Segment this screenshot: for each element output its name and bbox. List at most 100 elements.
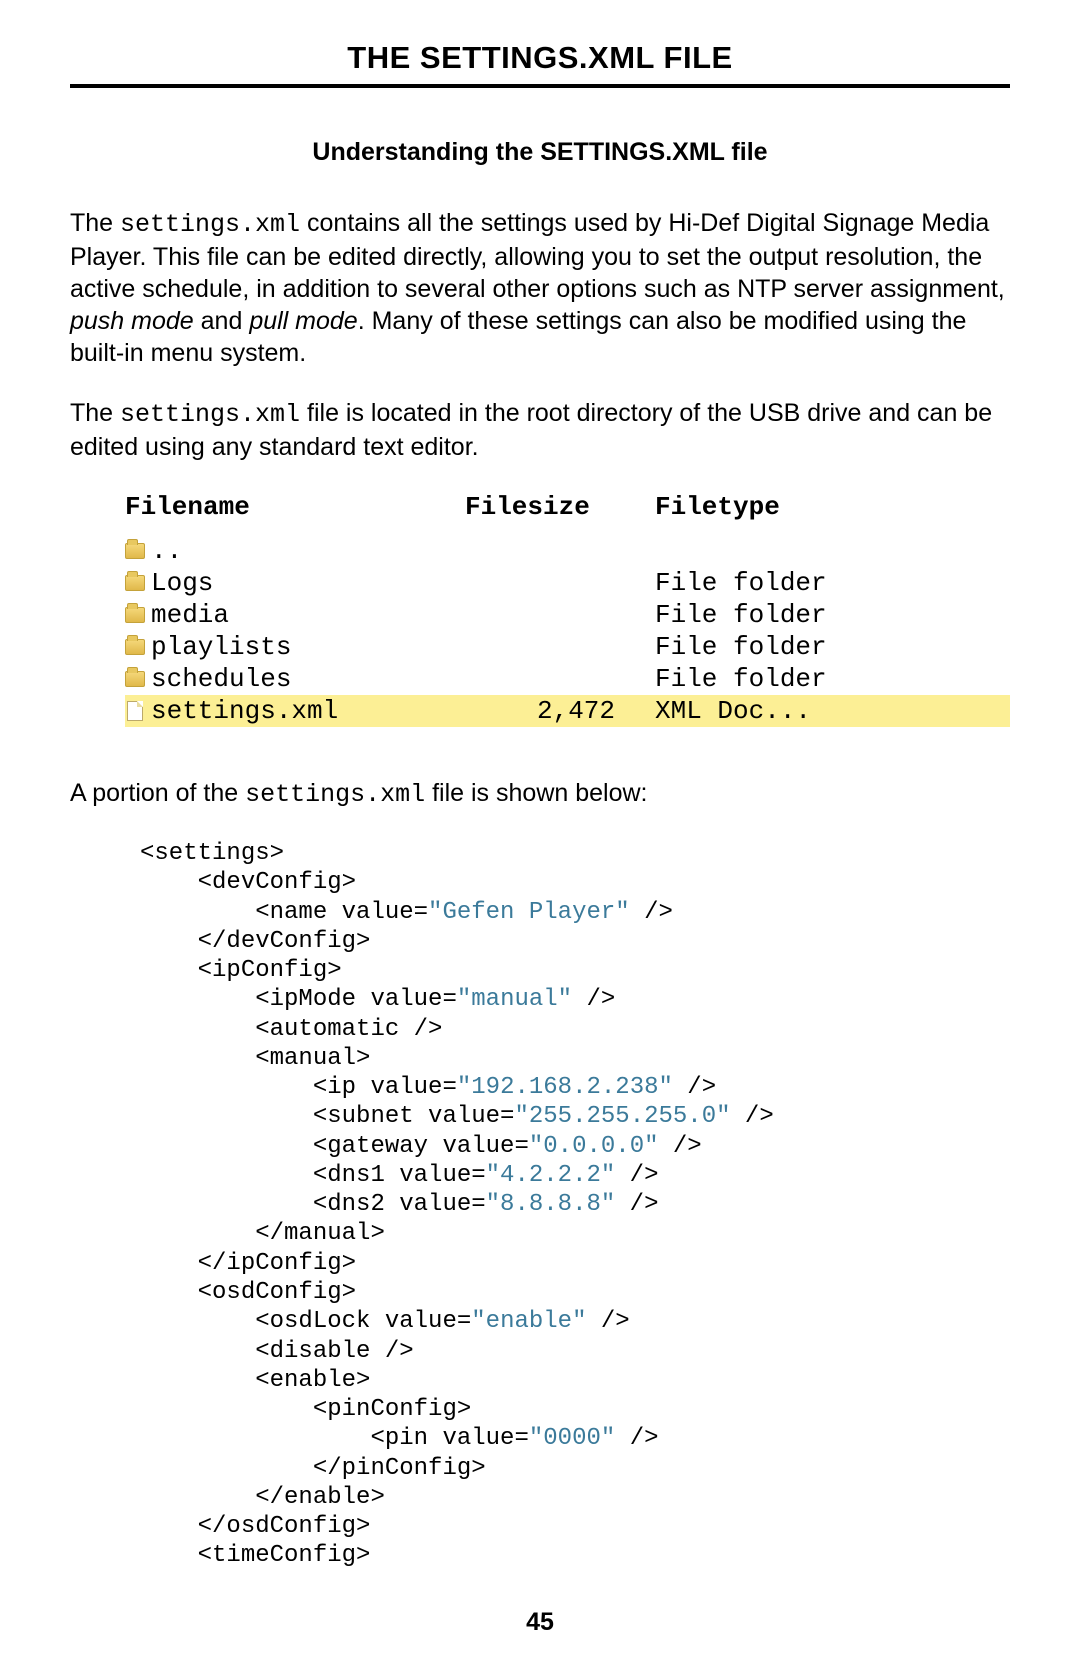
file-listing-header: Filename Filesize Filetype <box>125 491 1010 523</box>
xml-tag: <pin value= <box>370 1425 528 1452</box>
xml-suffix: /> <box>731 1103 774 1130</box>
xml-suffix: /> <box>572 986 615 1013</box>
xml-line: <ipConfig> <box>140 956 1010 985</box>
xml-line: <timeConfig> <box>140 1541 1010 1570</box>
section-title: Understanding the SETTINGS.XML file <box>70 138 1010 167</box>
xml-tag: <ipMode value= <box>255 986 457 1013</box>
xml-line: </manual> <box>140 1219 1010 1248</box>
xml-tag: <dns2 value= <box>313 1191 486 1218</box>
xml-attr-value: "enable" <box>471 1308 586 1335</box>
xml-attr-value: "4.2.2.2" <box>486 1162 616 1189</box>
xml-line: <gateway value="0.0.0.0" /> <box>140 1132 1010 1161</box>
xml-line: <pin value="0000" /> <box>140 1424 1010 1453</box>
xml-tag: <enable> <box>255 1367 370 1394</box>
xml-line: </ipConfig> <box>140 1249 1010 1278</box>
xml-tag: <osdConfig> <box>198 1279 356 1306</box>
code-settings-xml: settings.xml <box>245 780 425 809</box>
file-row: .. <box>125 535 1010 567</box>
file-name-cell: schedules <box>125 663 465 696</box>
xml-tag: <manual> <box>255 1045 370 1072</box>
folder-icon <box>125 607 145 623</box>
xml-tag: <subnet value= <box>313 1103 515 1130</box>
page-number: 45 <box>0 1608 1080 1637</box>
file-name: settings.xml <box>151 695 338 728</box>
file-name: .. <box>151 535 182 568</box>
xml-line: <osdLock value="enable" /> <box>140 1307 1010 1336</box>
text: The <box>70 209 120 237</box>
col-header-filesize: Filesize <box>465 491 655 524</box>
xml-attr-value: "192.168.2.238" <box>457 1074 673 1101</box>
xml-line: <devConfig> <box>140 868 1010 897</box>
xml-line: </enable> <box>140 1483 1010 1512</box>
xml-tag: <timeConfig> <box>198 1542 371 1569</box>
file-row: Logs File folder <box>125 567 1010 599</box>
xml-line: <osdConfig> <box>140 1278 1010 1307</box>
italic-pull-mode: pull mode <box>249 307 357 335</box>
xml-line: <dns1 value="4.2.2.2" /> <box>140 1161 1010 1190</box>
file-type-cell: File folder <box>655 599 1010 632</box>
text: and <box>194 307 250 335</box>
xml-suffix: /> <box>673 1074 716 1101</box>
file-type-cell: File folder <box>655 567 1010 600</box>
xml-line: <dns2 value="8.8.8.8" /> <box>140 1190 1010 1219</box>
italic-push-mode: push mode <box>70 307 194 335</box>
xml-tag: </ipConfig> <box>198 1250 356 1277</box>
file-type-cell: XML Doc... <box>655 695 1010 728</box>
folder-icon <box>125 671 145 687</box>
xml-suffix: /> <box>615 1425 658 1452</box>
file-name-cell: playlists <box>125 631 465 664</box>
folder-icon <box>125 543 145 559</box>
file-name-cell: media <box>125 599 465 632</box>
file-icon <box>127 701 143 721</box>
xml-suffix: /> <box>615 1191 658 1218</box>
xml-tag: <ip value= <box>313 1074 457 1101</box>
file-row: playlists File folder <box>125 631 1010 663</box>
text: A portion of the <box>70 779 245 807</box>
xml-tag: </pinConfig> <box>313 1455 486 1482</box>
file-type-cell: File folder <box>655 631 1010 664</box>
xml-suffix: /> <box>630 899 673 926</box>
xml-line: <subnet value="255.255.255.0" /> <box>140 1102 1010 1131</box>
xml-tag: <devConfig> <box>198 869 356 896</box>
paragraph-2: The settings.xml file is located in the … <box>70 397 1010 463</box>
xml-tag: </devConfig> <box>198 928 371 955</box>
xml-code-block: <settings> <devConfig> <name value="Gefe… <box>140 839 1010 1571</box>
file-name-cell: .. <box>125 535 465 568</box>
xml-attr-value: "0000" <box>529 1425 615 1452</box>
paragraph-3: A portion of the settings.xml file is sh… <box>70 777 1010 811</box>
xml-tag: </enable> <box>255 1484 385 1511</box>
xml-tag: <osdLock value= <box>255 1308 471 1335</box>
xml-tag: <name value= <box>255 899 428 926</box>
xml-tag: </osdConfig> <box>198 1513 371 1540</box>
file-name-cell: settings.xml <box>125 695 465 728</box>
xml-line: <ip value="192.168.2.238" /> <box>140 1073 1010 1102</box>
file-size-cell: 2,472 <box>465 695 655 728</box>
xml-tag: <dns1 value= <box>313 1162 486 1189</box>
xml-suffix: /> <box>659 1133 702 1160</box>
code-settings-xml: settings.xml <box>120 400 300 429</box>
file-row: schedules File folder <box>125 663 1010 695</box>
code-settings-xml: settings.xml <box>120 210 300 239</box>
xml-line: </osdConfig> <box>140 1512 1010 1541</box>
xml-line: <enable> <box>140 1366 1010 1395</box>
file-row: settings.xml 2,472XML Doc... <box>125 695 1010 727</box>
file-name-cell: Logs <box>125 567 465 600</box>
xml-line: <disable /> <box>140 1337 1010 1366</box>
xml-attr-value: "Gefen Player" <box>428 899 630 926</box>
xml-line: <automatic /> <box>140 1015 1010 1044</box>
folder-icon <box>125 575 145 591</box>
xml-attr-value: "255.255.255.0" <box>514 1103 730 1130</box>
text: The <box>70 399 120 427</box>
xml-line: </pinConfig> <box>140 1454 1010 1483</box>
file-listing: Filename Filesize Filetype ..Logs File fo… <box>125 491 1010 727</box>
xml-line: <manual> <box>140 1044 1010 1073</box>
xml-attr-value: "manual" <box>457 986 572 1013</box>
xml-tag: <automatic /> <box>255 1016 442 1043</box>
xml-line: </devConfig> <box>140 927 1010 956</box>
xml-line: <ipMode value="manual" /> <box>140 985 1010 1014</box>
col-header-filename: Filename <box>125 491 465 524</box>
file-type-cell: File folder <box>655 663 1010 696</box>
file-row: media File folder <box>125 599 1010 631</box>
text: file is shown below: <box>425 779 647 807</box>
xml-line: <pinConfig> <box>140 1395 1010 1424</box>
